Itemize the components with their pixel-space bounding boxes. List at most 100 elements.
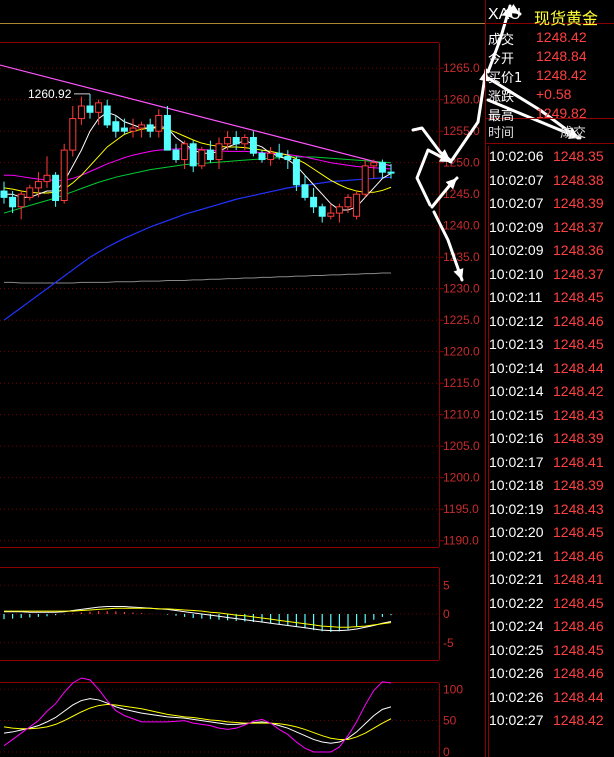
tick-time: 10:02:15 [489,406,544,423]
candle-up [138,124,146,129]
y-tick-label: 1210.0 [443,408,480,422]
candle-down [103,105,111,126]
tick-time: 10:02:19 [489,500,544,517]
y-tick-label: 1215.0 [443,376,480,390]
candle-up [224,137,232,145]
quote-value: +0.58 [536,86,572,102]
y-tick-label: 1235.0 [443,250,480,264]
candle-up [69,118,77,151]
candle-down [86,105,94,113]
tick-time: 10:02:07 [489,171,544,188]
tick-time: 10:02:11 [489,289,543,305]
tick-time: 10:02:18 [489,477,544,493]
candle-down [146,124,154,132]
candle-up [181,143,189,161]
candle-up [361,165,369,195]
tick-time: 10:02:12 [489,312,544,329]
tick-price: 1248.44 [553,359,604,376]
candle-up [34,181,42,189]
y-tick-label: 1245.0 [443,187,480,201]
tick-price: 1248.39 [553,430,604,446]
candle-down [9,196,17,208]
tick-price: 1248.45 [553,524,604,540]
candle-down [310,196,318,208]
tick-time: 10:02:07 [489,195,544,211]
y-tick-label: 1240.0 [443,219,480,233]
tick-time: 10:02:17 [489,453,544,470]
candle-down [52,174,60,202]
y-tick-label: 1260.0 [443,93,480,107]
tick-price: 1248.45 [553,594,604,611]
kdj-tick-label: 50 [443,714,457,728]
macd-tick-label: -5 [443,636,454,650]
tick-time: 10:02:16 [489,430,544,446]
candle-up [267,152,275,161]
y-tick-label: 1265.0 [443,61,480,75]
tick-price: 1248.46 [553,312,604,329]
tick-time: 10:02:13 [489,336,544,352]
candlestick-panel: 1265.01260.01255.01250.01245.01240.01235… [0,42,480,548]
candle-up [327,212,335,217]
tick-price: 1248.45 [553,641,604,658]
kdj-tick-label: 100 [443,682,463,696]
candle-up [26,187,34,198]
arrow-d-head [453,268,464,280]
tick-price: 1248.37 [553,218,604,235]
candle-down [301,184,309,198]
y-tick-label: 1225.0 [443,313,480,327]
candle-up [335,206,343,214]
tick-price: 1248.39 [553,195,604,211]
candle-down [284,155,292,161]
tick-price: 1248.35 [553,148,604,164]
tick-price: 1248.46 [553,618,604,634]
kdj-tick-label: 0 [443,745,450,757]
kdj-d-line [3,703,392,740]
tick-time: 10:02:10 [489,265,544,282]
ticks-header-time: 时间 [488,126,515,141]
tick-time: 10:02:21 [489,547,544,564]
quote-value: 1249.82 [536,105,587,121]
y-tick-label: 1190.0 [443,534,479,548]
quote-label: 涨跌 [488,90,515,105]
y-tick-label: 1200.0 [443,471,480,485]
macd-tick-label: 5 [443,578,450,592]
candle-down [292,159,300,186]
tick-price: 1248.43 [553,406,604,423]
tick-price: 1248.42 [553,712,604,728]
tick-price: 1248.42 [553,383,604,399]
candle-up [43,174,51,183]
candle-up [155,114,163,132]
high-annotation: 1260.92 [28,87,72,101]
tick-price: 1248.41 [553,571,604,587]
candle-up [95,102,103,113]
tick-price: 1248.36 [553,242,604,258]
tick-time: 10:02:26 [489,688,544,705]
candle-down [232,137,240,145]
candle-down [163,114,171,151]
candle-down [0,190,8,198]
arrow-e [450,68,488,162]
y-tick-label: 1220.0 [443,345,480,359]
candle-down [206,149,214,161]
candle-down [275,152,283,157]
tick-price: 1248.38 [553,171,604,188]
tick-time: 10:02:24 [489,618,544,634]
macd-panel: 5 0 -5 [0,567,454,661]
candle-up [353,193,361,217]
y-tick-label: 1230.0 [443,282,480,296]
tick-time: 10:02:26 [489,665,544,681]
ticks-header-price: 成交 [560,126,587,141]
candle-down [318,206,326,217]
candle-up [129,127,137,132]
candle-down [378,162,386,173]
tick-time: 10:02:27 [489,712,544,728]
tick-price: 1248.45 [553,336,604,352]
tick-price: 1248.37 [553,265,604,282]
y-tick-label: 1205.0 [443,439,480,453]
symbol-code: XAU [488,6,521,23]
tick-price: 1248.44 [553,688,604,705]
candle-down [387,171,395,174]
quote-value: 1248.42 [536,29,587,45]
quote-label: 今开 [488,52,515,67]
tick-time: 10:02:14 [489,359,544,376]
